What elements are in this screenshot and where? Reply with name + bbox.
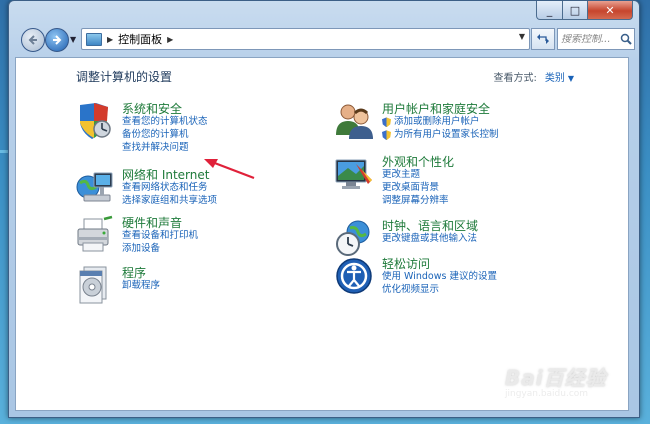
programs-icon[interactable] (74, 265, 114, 305)
back-button[interactable] (21, 28, 45, 52)
category-links: 添加或删除用户帐户 为所有用户设置家长控制 (382, 116, 499, 142)
category-title[interactable]: 用户帐户和家庭安全 (382, 100, 490, 117)
view-by-label: 查看方式: (493, 73, 537, 84)
category-title[interactable]: 外观和个性化 (382, 153, 454, 170)
refresh-icon (537, 34, 549, 44)
search-box[interactable] (557, 28, 635, 50)
link-backup-computer[interactable]: 备份您的计算机 (122, 129, 208, 142)
navigation-toolbar: ▼ ▶ 控制面板 ▶ ▼ (15, 27, 635, 52)
link-text: 添加或删除用户帐户 (394, 116, 480, 127)
uac-shield-icon (382, 117, 391, 128)
uac-shield-icon (382, 130, 391, 141)
breadcrumb-control-panel[interactable]: 控制面板 (118, 31, 162, 47)
link-add-remove-users[interactable]: 添加或删除用户帐户 (382, 116, 499, 129)
view-by-dropdown[interactable]: 类别 (545, 73, 565, 84)
control-panel-icon (86, 32, 102, 46)
link-parental-controls[interactable]: 为所有用户设置家长控制 (382, 129, 499, 142)
network-globe-icon[interactable] (74, 167, 114, 207)
chevron-down-icon[interactable]: ▼ (568, 74, 574, 83)
link-adjust-resolution[interactable]: 调整屏幕分辨率 (382, 195, 449, 208)
search-icon[interactable] (620, 33, 632, 45)
category-links: 查看您的计算机状态 备份您的计算机 查找并解决问题 (122, 116, 208, 154)
arrow-left-icon (28, 35, 37, 45)
link-add-device[interactable]: 添加设备 (122, 243, 198, 256)
ease-of-access-icon[interactable] (334, 256, 374, 296)
category-title[interactable]: 时钟、语言和区域 (382, 217, 478, 234)
printer-icon[interactable] (74, 215, 114, 255)
breadcrumb-chevron-icon[interactable]: ▶ (107, 35, 113, 44)
link-change-keyboard-input[interactable]: 更改键盘或其他输入法 (382, 233, 477, 246)
content-pane: 调整计算机的设置 查看方式: 类别 ▼ 系统和安全 查看您的计算机状态 备份您的计算… (15, 57, 629, 411)
control-panel-window: _ □ ✕ ▼ ▶ 控制面板 ▶ ▼ 调整计算机的设置 查看方式:类别▼ (8, 0, 640, 418)
watermark-brand: Bai百经验 (505, 366, 607, 390)
annotation-arrow-icon (204, 159, 255, 180)
link-uninstall-program[interactable]: 卸载程序 (122, 280, 160, 293)
appearance-monitor-icon[interactable] (334, 154, 374, 194)
system-security-shield-icon[interactable] (74, 101, 114, 141)
link-text: 为所有用户设置家长控制 (394, 128, 499, 140)
link-change-theme[interactable]: 更改主题 (382, 169, 449, 182)
address-dropdown-icon[interactable]: ▼ (519, 32, 525, 41)
forward-button[interactable] (45, 28, 69, 52)
link-find-fix-problems[interactable]: 查找并解决问题 (122, 142, 208, 155)
category-links: 查看设备和打印机 添加设备 (122, 230, 198, 256)
users-icon[interactable] (334, 101, 374, 141)
category-links: 使用 Windows 建议的设置 优化视频显示 (382, 271, 497, 297)
link-change-desktop-background[interactable]: 更改桌面背景 (382, 182, 449, 195)
minimize-button[interactable]: _ (536, 1, 563, 20)
link-homegroup-sharing[interactable]: 选择家庭组和共享选项 (122, 195, 217, 208)
link-recommended-settings[interactable]: 使用 Windows 建议的设置 (382, 271, 497, 284)
refresh-button[interactable] (531, 28, 555, 50)
watermark-url: jingyan.baidu.com (505, 389, 589, 399)
watermark: Bai百经验 jingyan.baidu.com (505, 362, 625, 412)
clock-globe-icon[interactable] (334, 218, 374, 258)
category-title[interactable]: 轻松访问 (382, 255, 430, 272)
address-bar[interactable]: ▶ 控制面板 ▶ ▼ (81, 28, 530, 50)
link-optimize-visual-display[interactable]: 优化视频显示 (382, 284, 497, 297)
link-view-network-status[interactable]: 查看网络状态和任务 (122, 182, 217, 195)
view-by: 查看方式: 类别 ▼ (493, 69, 574, 84)
arrow-right-icon (53, 35, 62, 45)
close-button[interactable]: ✕ (588, 1, 633, 20)
maximize-button[interactable]: □ (563, 1, 588, 20)
caption-buttons: _ □ ✕ (536, 1, 633, 20)
category-title[interactable]: 系统和安全 (122, 100, 182, 117)
category-links: 更改键盘或其他输入法 (382, 233, 477, 246)
category-title[interactable]: 硬件和声音 (122, 214, 182, 231)
category-links: 卸载程序 (122, 280, 160, 293)
search-input[interactable] (558, 33, 620, 45)
link-view-computer-status[interactable]: 查看您的计算机状态 (122, 116, 208, 129)
category-links: 查看网络状态和任务 选择家庭组和共享选项 (122, 182, 217, 208)
breadcrumb-chevron-icon[interactable]: ▶ (167, 35, 173, 44)
category-title[interactable]: 网络和 Internet (122, 166, 209, 183)
recent-pages-dropdown-icon[interactable]: ▼ (70, 35, 76, 44)
category-title[interactable]: 程序 (122, 264, 146, 281)
link-devices-printers[interactable]: 查看设备和打印机 (122, 230, 198, 243)
category-links: 更改主题 更改桌面背景 调整屏幕分辨率 (382, 169, 449, 207)
page-title: 调整计算机的设置 (76, 70, 173, 84)
